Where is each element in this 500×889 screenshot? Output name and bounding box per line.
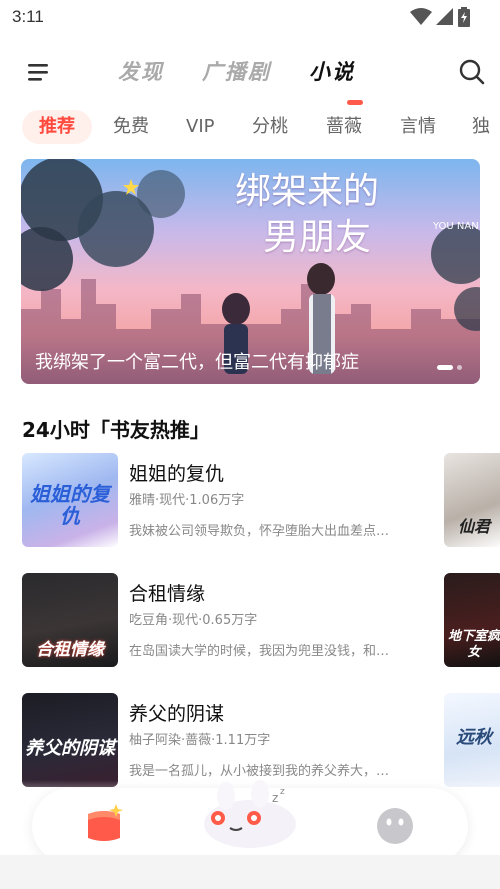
book-title: 合租情缘 — [129, 583, 206, 605]
tab-radio-drama[interactable]: 广播剧 — [202, 56, 271, 86]
category-tab-recommend[interactable]: 推荐 — [22, 110, 92, 144]
category-tab-free[interactable]: 免费 — [113, 110, 149, 144]
book-meta: 柚子阿染·蔷薇·1.11万字 — [129, 733, 271, 748]
book-item[interactable]: 合租情缘 合租情缘 吃豆角·现代·0.65万字 在岛国读大学的时候，我因为兜里没… — [22, 573, 442, 669]
banner-title: 绑架来的 男朋友 — [235, 171, 380, 258]
wifi-icon — [410, 8, 432, 25]
banner-dot-active — [437, 365, 453, 370]
book-description: 在岛国读大学的时候，我因为兜里没钱，和人合租 — [129, 644, 399, 659]
search-icon — [459, 59, 485, 85]
mascot-icon: z z — [204, 780, 296, 848]
category-tab-fentao[interactable]: 分桃 — [252, 110, 288, 144]
menu-button[interactable] — [24, 60, 54, 84]
svg-text:z: z — [280, 787, 285, 797]
status-icons — [410, 7, 470, 27]
mascot-button[interactable]: z z — [196, 780, 304, 856]
cover-title: 合租情缘 — [36, 640, 104, 660]
book-description: 我妹被公司领导欺负，怀孕堕胎大出血差点死掉 — [129, 524, 399, 539]
category-tab-vip[interactable]: VIP — [186, 110, 214, 144]
cover-title: 养父的阴谋 — [25, 738, 115, 759]
side-book-cover[interactable]: 远秋 — [444, 693, 500, 787]
book-description: 我是一名孤儿，从小被接到我的养父养大，他对我 — [129, 764, 399, 779]
bookshelf-button[interactable] — [82, 802, 126, 850]
book-title: 姐姐的复仇 — [129, 463, 225, 485]
svg-text:z: z — [272, 791, 278, 805]
category-tab-romance[interactable]: 言情 — [400, 110, 436, 144]
book-item[interactable]: 姐姐的复仇 姐姐的复仇 雅晴·现代·1.06万字 我妹被公司领导欺负，怀孕堕胎大… — [22, 453, 442, 549]
book-cover: 姐姐的复仇 — [22, 453, 118, 547]
banner-pagination — [437, 365, 462, 370]
cover-title: 姐姐的复仇 — [30, 482, 110, 528]
status-time: 3:11 — [12, 7, 44, 26]
main-tabs: 发现 广播剧 小说 — [118, 56, 355, 86]
book-cover: 养父的阴谋 — [22, 693, 118, 787]
battery-icon — [458, 7, 470, 27]
banner-dot — [457, 365, 462, 370]
tab-indicator — [347, 100, 363, 105]
category-tabs: 推荐 免费 VIP 分桃 蔷薇 言情 独 — [0, 110, 500, 146]
menu-icon — [28, 64, 48, 81]
banner-caption: 我绑架了一个富二代，但富二代有抑郁症 — [35, 352, 359, 373]
tab-discover[interactable]: 发现 — [118, 56, 164, 86]
section-title: 24小时「书友热推」 — [22, 418, 210, 442]
banner[interactable]: 绑架来的 男朋友 YOU NAN 我绑架了一个富二代，但富二代有抑郁症 — [21, 159, 480, 384]
book-cover: 合租情缘 — [22, 573, 118, 667]
signal-icon — [436, 8, 453, 25]
book-title: 养父的阴谋 — [129, 703, 225, 725]
category-tab-qiangwei[interactable]: 蔷薇 — [326, 110, 362, 144]
profile-button[interactable] — [375, 806, 415, 850]
category-tab-more[interactable]: 独 — [472, 110, 490, 144]
system-nav-area — [0, 855, 500, 889]
book-item[interactable]: 养父的阴谋 养父的阴谋 柚子阿染·蔷薇·1.11万字 我是一名孤儿，从小被接到我… — [22, 693, 442, 789]
tab-novel[interactable]: 小说 — [309, 56, 355, 86]
side-book-cover[interactable]: 仙君 — [444, 453, 500, 547]
book-meta: 吃豆角·现代·0.65万字 — [129, 613, 258, 628]
bookshelf-icon — [88, 804, 123, 841]
search-button[interactable] — [458, 58, 486, 86]
side-book-cover[interactable]: 地下室疯女 — [444, 573, 500, 667]
banner-title-en: YOU NAN — [433, 221, 479, 232]
profile-icon — [377, 808, 413, 844]
status-bar: 3:11 — [0, 0, 500, 34]
book-meta: 雅晴·现代·1.06万字 — [129, 493, 245, 508]
header: 发现 广播剧 小说 — [0, 50, 500, 98]
